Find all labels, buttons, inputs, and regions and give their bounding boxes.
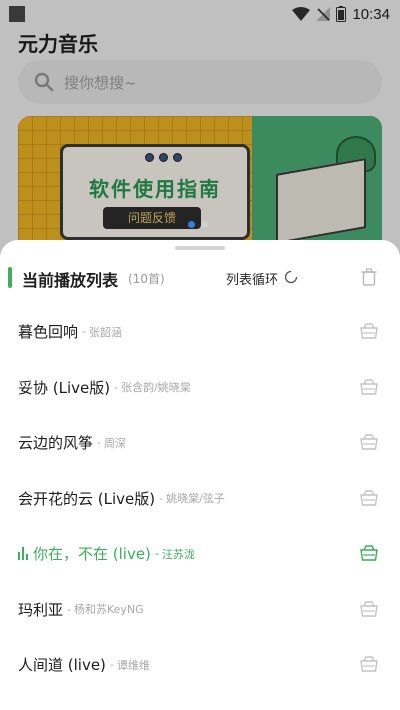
song-separator: - [159,491,164,505]
song-title: 妥协 (Live版) [18,378,111,397]
song-title: 云边的风筝 [18,434,94,453]
song-item[interactable]: 妥协 (Live版) - 张含韵/姚晓棠 [0,360,400,416]
song-separator: - [67,602,71,616]
song-artist: 谭维维 [116,658,150,672]
sheet-header: 当前播放列表 (10首) 列表循环 [0,264,400,292]
playlist-title: 当前播放列表 [22,271,119,290]
song-item[interactable]: 云边的风筝 - 周深 [0,415,400,471]
song-title: 你在，不在 (live) [33,545,151,564]
remove-from-queue-icon[interactable] [360,323,378,339]
song-list: 暮色回响 - 张韶涵 妥协 (Live版) - 张含韵/姚晓棠 云边的风筝 - 周深 会开花的云 … [0,304,400,693]
song-separator: - [97,436,101,450]
song-title: 暮色回响 [18,323,79,342]
sheet-drag-handle[interactable] [175,246,225,250]
song-separator: - [154,547,159,561]
playlist-sheet: 当前播放列表 (10首) 列表循环 暮色回响 - 张韶涵 妥协 (Live版) - 张含韵… [0,221,400,710]
remove-from-queue-icon[interactable] [360,545,378,561]
play-mode-label[interactable]: 列表循环 [226,269,278,288]
loop-icon[interactable] [284,270,298,284]
song-title: 人间道 (live) [18,656,106,675]
song-separator: - [114,380,119,394]
remove-from-queue-icon[interactable] [360,656,378,672]
song-separator: - [109,658,114,672]
remove-from-queue-icon[interactable] [360,434,378,450]
song-item[interactable]: 你在，不在 (live) - 汪苏泷 [0,526,400,582]
song-artist: 杨和苏KeyNG [74,603,144,617]
song-item[interactable]: 人间道 (live) - 谭维维 [0,637,400,693]
song-artist: 张含韵/姚晓棠 [121,381,191,395]
remove-from-queue-icon[interactable] [360,600,378,617]
song-artist: 张韶涵 [89,325,122,339]
song-artist: 姚晓棠/弦子 [166,492,225,506]
accent-bar [8,267,12,288]
now-playing-icon [18,547,28,561]
song-title: 会开花的云 (Live版) [18,489,156,508]
trash-icon[interactable] [361,268,377,286]
song-artist: 汪苏泷 [161,547,195,561]
song-item[interactable]: 玛利亚 - 杨和苏KeyNG [0,582,400,638]
song-title: 玛利亚 [18,600,64,619]
remove-from-queue-icon[interactable] [360,378,378,395]
track-count: (10首) [128,272,165,286]
song-separator: - [82,325,86,339]
song-item[interactable]: 暮色回响 - 张韶涵 [0,304,400,360]
song-artist: 周深 [104,436,126,450]
banner-indicator [188,221,208,228]
song-item[interactable]: 会开花的云 (Live版) - 姚晓棠/弦子 [0,471,400,527]
remove-from-queue-icon[interactable] [360,489,378,506]
